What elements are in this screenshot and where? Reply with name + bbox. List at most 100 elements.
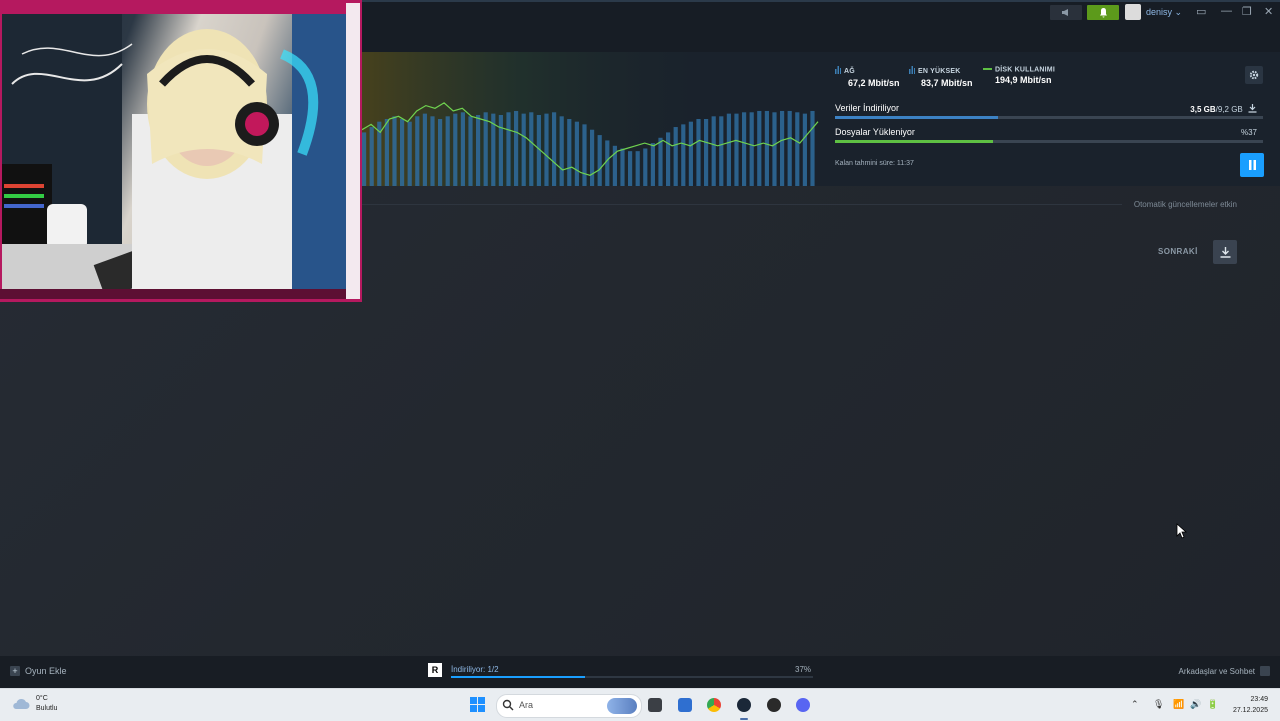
download-icon (1220, 246, 1230, 258)
bar-legend-icon (909, 66, 915, 76)
notifications-button[interactable] (1087, 5, 1119, 20)
network-bar (498, 114, 503, 186)
download-status-link[interactable]: İndiriliyor: 1/2 (451, 665, 499, 674)
wifi-icon[interactable]: 📶 (1173, 699, 1184, 710)
search-highlight-icon (607, 698, 637, 714)
network-bar (666, 132, 671, 186)
download-status-percent: 37% (795, 665, 812, 674)
chevron-up-icon[interactable]: ⌃ (1131, 699, 1139, 710)
network-bar (590, 129, 595, 186)
network-bar (407, 121, 412, 186)
username-label: denisy (1146, 7, 1173, 17)
add-game-label: Oyun Ekle (25, 666, 67, 676)
network-bar (772, 112, 777, 186)
install-progress-fill (835, 140, 994, 143)
install-percent: %37 (1240, 128, 1257, 137)
windows-taskbar: 0°C Bulutlu Ara ⌃ 🎙 📶 🔊 🔋 23:49 27.12.20… (0, 688, 1280, 721)
network-bar (696, 119, 701, 186)
network-bar (787, 110, 792, 186)
announcements-button[interactable] (1050, 5, 1082, 20)
auto-updates-status[interactable]: Otomatik güncellemeler etkin (1134, 200, 1237, 209)
bell-icon (1099, 7, 1107, 17)
network-bar (764, 110, 769, 186)
network-bar (415, 116, 420, 186)
avatar[interactable] (1125, 4, 1141, 20)
network-bar (810, 110, 815, 186)
close-icon[interactable]: ✕ (1264, 5, 1273, 18)
obs-icon[interactable] (767, 698, 781, 712)
network-bar (422, 113, 427, 186)
network-bar (392, 116, 397, 186)
network-bar (711, 116, 716, 186)
account-menu[interactable]: denisy ⌄ (1146, 7, 1182, 18)
steam-icon[interactable] (737, 698, 751, 712)
download-progress-track (835, 116, 1263, 119)
search-placeholder: Ara (519, 700, 534, 710)
webcam-scene-image (2, 14, 346, 289)
friends-chat-button[interactable]: Arkadaşlar ve Sohbet (1179, 666, 1270, 676)
download-settings-button[interactable] (1245, 66, 1263, 84)
battery-icon[interactable]: 🔋 (1207, 699, 1218, 710)
network-bar (688, 121, 693, 186)
network-bar (597, 135, 602, 186)
up-next-label: SONRAKİ (1158, 247, 1198, 256)
clock-date: 27.12.2025 (1232, 707, 1268, 714)
microphone-icon[interactable]: 🎙 (1153, 699, 1164, 710)
network-bar (483, 112, 488, 186)
bottom-progress-track (451, 676, 813, 678)
network-bar (430, 116, 435, 186)
network-bar (780, 110, 785, 186)
network-bar (384, 119, 389, 186)
big-picture-icon[interactable]: ▭ (1196, 5, 1206, 18)
network-bar (726, 113, 731, 186)
downloaded-amount: 3,5 GB (1190, 105, 1216, 114)
network-bar (658, 137, 663, 186)
network-bar (620, 148, 625, 186)
minimize-icon[interactable]: — (1221, 5, 1232, 17)
taskbar-search[interactable]: Ara (496, 694, 642, 718)
weather-widget[interactable]: 0°C Bulutlu (12, 694, 57, 714)
maximize-icon[interactable]: ❐ (1242, 5, 1252, 18)
network-bar (802, 113, 807, 186)
task-view-icon[interactable] (648, 698, 662, 712)
start-button[interactable] (470, 697, 485, 717)
network-bar (460, 112, 465, 186)
volume-icon[interactable]: 🔊 (1190, 699, 1201, 710)
network-bar (673, 127, 678, 186)
download-icon (1248, 104, 1257, 113)
weather-condition: Bulutlu (36, 705, 58, 712)
network-bar (529, 112, 534, 186)
network-bar (757, 110, 762, 186)
plus-icon: + (10, 666, 20, 676)
bar-legend-icon (835, 66, 841, 76)
network-bar (468, 116, 473, 186)
add-game-button[interactable]: + Oyun Ekle (10, 666, 67, 676)
webcam-feed (2, 14, 346, 289)
taskbar-clock[interactable]: 23:49 27.12.2025 (1228, 694, 1268, 716)
network-bar (650, 143, 655, 186)
network-bar (704, 119, 709, 186)
download-progress-fill (835, 116, 998, 119)
queue-download-button[interactable] (1213, 240, 1237, 264)
network-bar (567, 119, 572, 186)
cloud-icon (13, 698, 30, 709)
network-bar (681, 124, 686, 186)
network-bar (742, 112, 747, 186)
network-bar (749, 112, 754, 186)
downloading-data-label: Veriler İndiriliyor (835, 103, 900, 113)
chrome-icon[interactable] (707, 698, 721, 712)
network-bar (400, 119, 405, 186)
network-bar (514, 110, 519, 186)
megaphone-icon (1062, 9, 1068, 16)
gear-icon (1249, 70, 1259, 80)
network-bar (445, 116, 450, 186)
weather-temperature: 0°C (36, 695, 48, 702)
discord-icon[interactable] (796, 698, 810, 712)
stat-disk: DİSK KULLANIMI 194,9 Mbit/sn (983, 66, 1055, 85)
network-bar (506, 112, 511, 186)
stat-peak-value: 83,7 Mbit/sn (921, 78, 973, 88)
section-divider (362, 204, 1122, 205)
pause-button[interactable] (1240, 153, 1264, 177)
store-icon[interactable] (678, 698, 692, 712)
network-bar (438, 119, 443, 186)
